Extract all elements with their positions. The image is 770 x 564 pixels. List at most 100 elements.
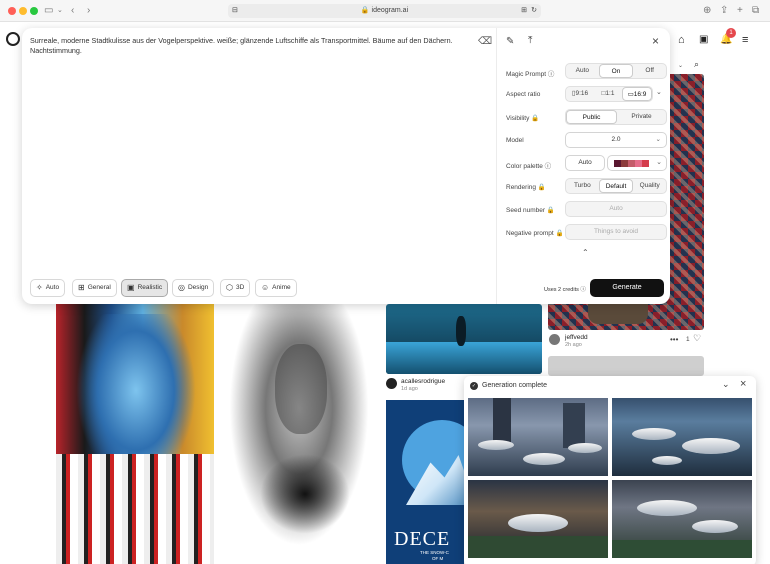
sidebar-toggle-icon[interactable]: ▭ [44, 5, 53, 17]
visibility-label: Visibility 🔒 [506, 115, 540, 122]
style-3d-button[interactable]: ⬡ 3D [220, 279, 251, 297]
rendering-label: Rendering 🔒 [506, 184, 546, 191]
avatar[interactable] [386, 378, 397, 389]
chevron-down-icon[interactable]: ⌄ [57, 5, 63, 17]
more-options-icon[interactable]: ••• [670, 335, 678, 344]
post-time: 2h ago [565, 342, 582, 348]
forward-icon[interactable]: › [87, 5, 90, 17]
aspect-9-16[interactable]: ▯9:16 [566, 87, 594, 101]
feed-image-gray[interactable] [548, 356, 704, 376]
style-design-button[interactable]: ◎ Design [172, 279, 215, 297]
smile-icon: ☺ [261, 283, 270, 292]
back-icon[interactable]: ‹ [71, 5, 74, 17]
magic-prompt-toggle: Auto On Off [565, 63, 667, 79]
seed-label: Seed number 🔒 [506, 207, 555, 214]
magic-prompt-off[interactable]: Off [633, 64, 666, 78]
pencil-sparkle-icon[interactable]: ✎ [506, 36, 514, 47]
chevron-down-icon[interactable]: ⌄ [656, 88, 662, 96]
color-palette-label: Color palette ⓘ [506, 163, 552, 170]
menu-icon[interactable]: ≡ [742, 34, 748, 46]
minimize-window-button[interactable] [19, 7, 27, 15]
heart-icon[interactable]: ♡ [693, 333, 701, 344]
aspect-ratio-toggle: ▯9:16 □1:1 ▭16:9 [565, 86, 653, 102]
download-icon[interactable]: ⊕ [703, 5, 711, 17]
generated-image-3[interactable] [468, 480, 608, 558]
color-swatch [642, 160, 649, 167]
share-icon[interactable]: ⇪ [720, 5, 728, 17]
seed-input[interactable]: Auto [565, 201, 667, 217]
reload-icon[interactable]: ↻ [531, 4, 537, 18]
model-select[interactable]: 2.0 ⌄ [565, 132, 667, 148]
browser-toolbar: ▭ ⌄ ‹ › ⊟ 🔒 ideogram.ai ⊞ ↻ ⊕ ⇪ + ⧉ [0, 0, 770, 22]
generate-button[interactable]: Generate [590, 279, 664, 297]
generated-image-2[interactable] [612, 398, 752, 476]
eraser-icon[interactable]: ⌫ [478, 36, 492, 47]
style-realistic-button[interactable]: ▣ Realistic [121, 279, 169, 297]
feed-image-bw-face[interactable] [220, 304, 378, 564]
prompt-input[interactable]: Surreale, moderne Stadtkulisse aus der V… [30, 36, 460, 56]
notification-badge: 1 [726, 28, 736, 38]
magic-prompt-auto[interactable]: Auto [566, 64, 599, 78]
style-label: Design [187, 284, 209, 291]
rendering-turbo[interactable]: Turbo [566, 179, 599, 193]
style-auto-button[interactable]: ✧ Auto [30, 279, 66, 297]
feed-image-blue-face[interactable] [56, 304, 214, 564]
generated-image-1[interactable] [468, 398, 608, 476]
chevron-up-icon[interactable]: ⌃ [582, 248, 589, 257]
style-label: Realistic [137, 284, 163, 291]
magic-prompt-on[interactable]: On [598, 64, 634, 78]
aspect-1-1[interactable]: □1:1 [594, 87, 622, 101]
translate-icon[interactable]: ⊞ [521, 4, 527, 18]
rendering-quality[interactable]: Quality [633, 179, 666, 193]
generated-image-4[interactable] [612, 480, 752, 558]
color-swatch [628, 160, 635, 167]
chevron-down-icon[interactable]: ⌄ [722, 379, 730, 390]
visibility-private[interactable]: Private [617, 110, 666, 124]
close-icon[interactable]: × [740, 378, 746, 390]
lock-icon: 🔒 [360, 7, 370, 14]
post-username[interactable]: jeffvedd [565, 334, 588, 341]
aspect-16-9[interactable]: ▭16:9 [622, 87, 652, 101]
tab-overview-icon[interactable]: ⧉ [752, 5, 759, 17]
chevron-down-icon[interactable]: ⌄ [678, 62, 683, 69]
post-username[interactable]: acallesrodrigue [401, 378, 445, 385]
model-label: Model [506, 137, 524, 144]
style-label: Auto [45, 284, 60, 291]
chevron-down-icon: ⌄ [656, 159, 662, 166]
color-palette-auto[interactable]: Auto [565, 155, 605, 171]
ideogram-logo-icon[interactable] [6, 32, 20, 46]
feed-image-winter-poster[interactable]: DECE THE SNOW-C OF M [386, 400, 464, 564]
magic-prompt-label: Magic Prompt ⓘ [506, 71, 555, 78]
upload-icon[interactable]: ⤒ [528, 35, 532, 46]
style-label: Anime [272, 284, 291, 291]
color-swatch [614, 160, 621, 167]
generation-complete-panel: ✓ Generation complete ⌄ × [464, 376, 756, 564]
style-anime-button[interactable]: ☺ Anime [255, 279, 297, 297]
zoom-window-button[interactable] [30, 7, 38, 15]
aspect-label: 9:16 [575, 90, 589, 97]
credits-label: Uses 2 credits ⓘ [544, 287, 586, 293]
poster-subtitle: THE SNOW-C [420, 550, 449, 555]
home-icon[interactable]: ⌂ [678, 34, 685, 46]
avatar[interactable] [549, 334, 560, 345]
prompt-card: Surreale, moderne Stadtkulisse aus der V… [22, 28, 670, 304]
visibility-public[interactable]: Public [566, 110, 617, 124]
feed-image-forest[interactable] [386, 304, 542, 374]
poster-subtitle-2: OF M [432, 556, 444, 561]
close-window-button[interactable] [8, 7, 16, 15]
rendering-default[interactable]: Default [598, 179, 634, 193]
search-icon[interactable]: ⌕ [694, 59, 699, 70]
new-tab-icon[interactable]: + [737, 5, 743, 17]
grid-icon: ⊞ [78, 283, 85, 292]
style-general-button[interactable]: ⊞ General [72, 279, 117, 297]
gallery-icon[interactable]: ▣ [699, 34, 708, 45]
tab-icon: ⊟ [232, 7, 238, 14]
like-count: 1 [686, 336, 690, 343]
address-bar[interactable]: ⊟ 🔒 ideogram.ai ⊞ ↻ [228, 4, 541, 18]
close-icon[interactable]: × [652, 34, 659, 48]
notification-title: Generation complete [482, 382, 547, 389]
color-palette-select[interactable]: ⌄ [607, 155, 667, 171]
post-time: 1d ago [401, 386, 418, 392]
negative-prompt-input[interactable]: Things to avoid [565, 224, 667, 240]
aspect-label: 16:9 [633, 91, 647, 98]
